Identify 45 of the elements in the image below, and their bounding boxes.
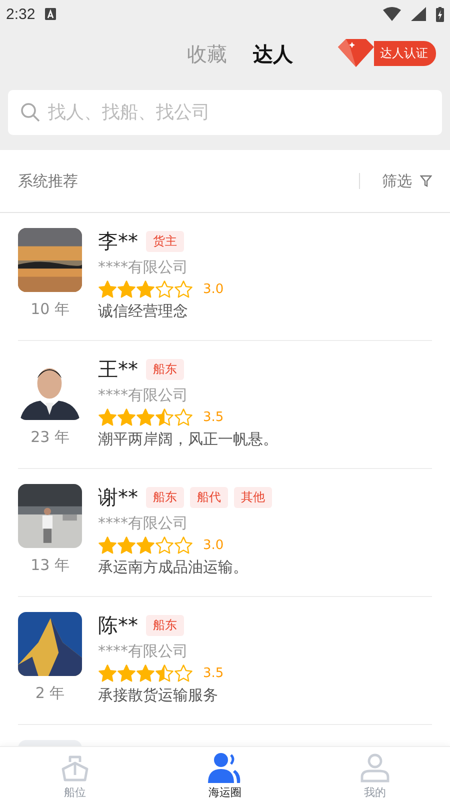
motto-text: 诚信经营理念: [98, 302, 189, 321]
nav-tab[interactable]: 海运圈: [150, 747, 300, 806]
signal-icon: [411, 7, 426, 21]
filter-button[interactable]: 筛选: [382, 172, 432, 190]
role-tag: 货主: [146, 231, 184, 252]
certification-button[interactable]: 达人认证: [374, 40, 436, 66]
rating-score: 3.5: [203, 410, 224, 425]
company-name: ****有限公司: [98, 386, 189, 405]
company-name: ****有限公司: [98, 642, 189, 661]
header-tab[interactable]: 达人: [253, 40, 293, 68]
battery-icon: [436, 6, 444, 22]
person-name: 陈**: [98, 612, 138, 639]
company-name: ****有限公司: [98, 258, 189, 277]
notification-icon: [45, 8, 56, 20]
role-tag: 船东: [146, 615, 184, 636]
company-name: ****有限公司: [98, 514, 189, 533]
person-name: 谢**: [98, 484, 138, 511]
person-name: 李**: [98, 228, 138, 255]
nav-tab[interactable]: 我的: [300, 747, 450, 806]
years-label: 10 年: [30, 300, 70, 319]
search-field[interactable]: 找人、找船、找公司: [8, 90, 442, 135]
section-title: 系统推荐: [18, 172, 79, 190]
role-tag: 船东: [146, 359, 184, 380]
ship-icon: [60, 753, 90, 783]
person-name: 王**: [98, 356, 138, 383]
role-tag: 船东: [146, 487, 184, 508]
role-tag: 其他: [234, 487, 272, 508]
filter-icon: [420, 175, 432, 187]
rating-score: 3.0: [203, 538, 224, 553]
rating-score: 3.0: [203, 282, 224, 297]
people-icon: [208, 753, 242, 783]
motto-text: 承接散货运输服务: [98, 686, 219, 705]
motto-text: 承运南方成品油运输。: [98, 558, 249, 577]
rating-score: 3.5: [203, 666, 224, 681]
years-label: 23 年: [30, 428, 70, 447]
header-tab[interactable]: 收藏: [187, 40, 227, 68]
status-time: 2:32: [6, 6, 36, 22]
person-icon: [360, 753, 390, 783]
gem-icon: [338, 39, 374, 67]
role-tag: 船代: [190, 487, 228, 508]
nav-tab[interactable]: 船位: [0, 747, 150, 806]
wifi-icon: [383, 7, 401, 21]
years-label: 13 年: [30, 556, 70, 575]
motto-text: 潮平两岸阔，风正一帆悬。: [98, 430, 278, 449]
years-label: 2 年: [35, 684, 65, 703]
